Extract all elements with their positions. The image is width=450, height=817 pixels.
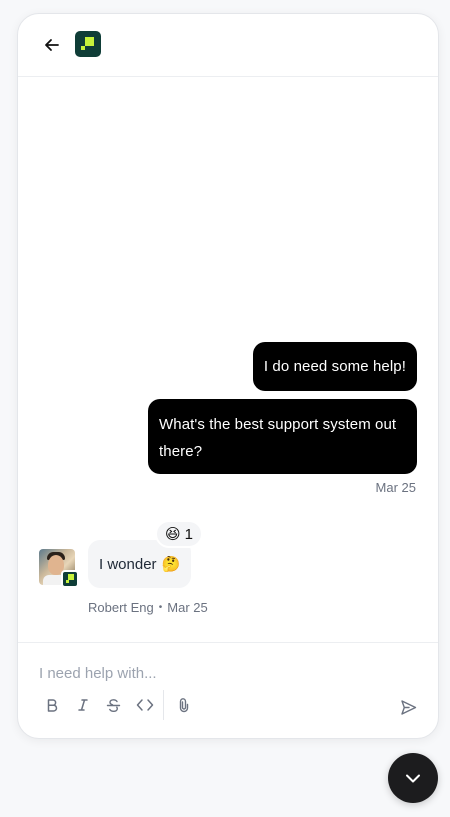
strikethrough-button[interactable] (98, 693, 129, 717)
chat-header (18, 14, 438, 77)
attach-button[interactable] (168, 693, 199, 717)
italic-icon (77, 699, 88, 711)
agent-avatar (39, 549, 79, 589)
user-message-bubble: I do need some help! (252, 342, 417, 391)
code-icon (136, 699, 153, 711)
chevron-down-icon (406, 774, 420, 783)
message-composer (18, 642, 438, 738)
italic-button[interactable] (67, 693, 98, 717)
brand-logo (75, 31, 101, 57)
back-button[interactable] (40, 33, 64, 57)
attachment-icon (179, 698, 188, 713)
reaction-badge[interactable]: 😆 1 (155, 520, 203, 548)
send-icon (400, 699, 416, 715)
message-text: I do need some help! (263, 358, 406, 375)
message-text: I wonder (99, 555, 157, 573)
user-message-bubble: What's the best support system out there… (148, 399, 417, 474)
code-button[interactable] (129, 693, 160, 717)
launcher-button[interactable] (388, 753, 438, 803)
chat-widget: I do need some help! What's the best sup… (17, 13, 439, 739)
author-name: Robert Eng (88, 600, 154, 615)
message-meta: Robert Eng • Mar 25 (88, 600, 208, 615)
message-timestamp: Mar 25 (167, 600, 208, 615)
laughing-emoji: 😆 (165, 526, 181, 543)
meta-separator: • (158, 602, 163, 613)
brand-badge-icon (61, 570, 79, 588)
thinking-emoji: 🤔 (161, 556, 181, 573)
reaction-count: 1 (184, 525, 193, 543)
message-input[interactable] (39, 663, 399, 683)
strikethrough-icon (106, 698, 121, 712)
message-text: What's the best support system out there… (159, 416, 397, 460)
arrow-left-icon (45, 39, 59, 51)
send-button[interactable] (396, 695, 420, 719)
message-timestamp: Mar 25 (375, 480, 416, 495)
bold-button[interactable] (36, 693, 67, 717)
toolbar-divider (163, 690, 164, 720)
formatting-toolbar (36, 690, 199, 720)
bold-icon (47, 699, 57, 712)
